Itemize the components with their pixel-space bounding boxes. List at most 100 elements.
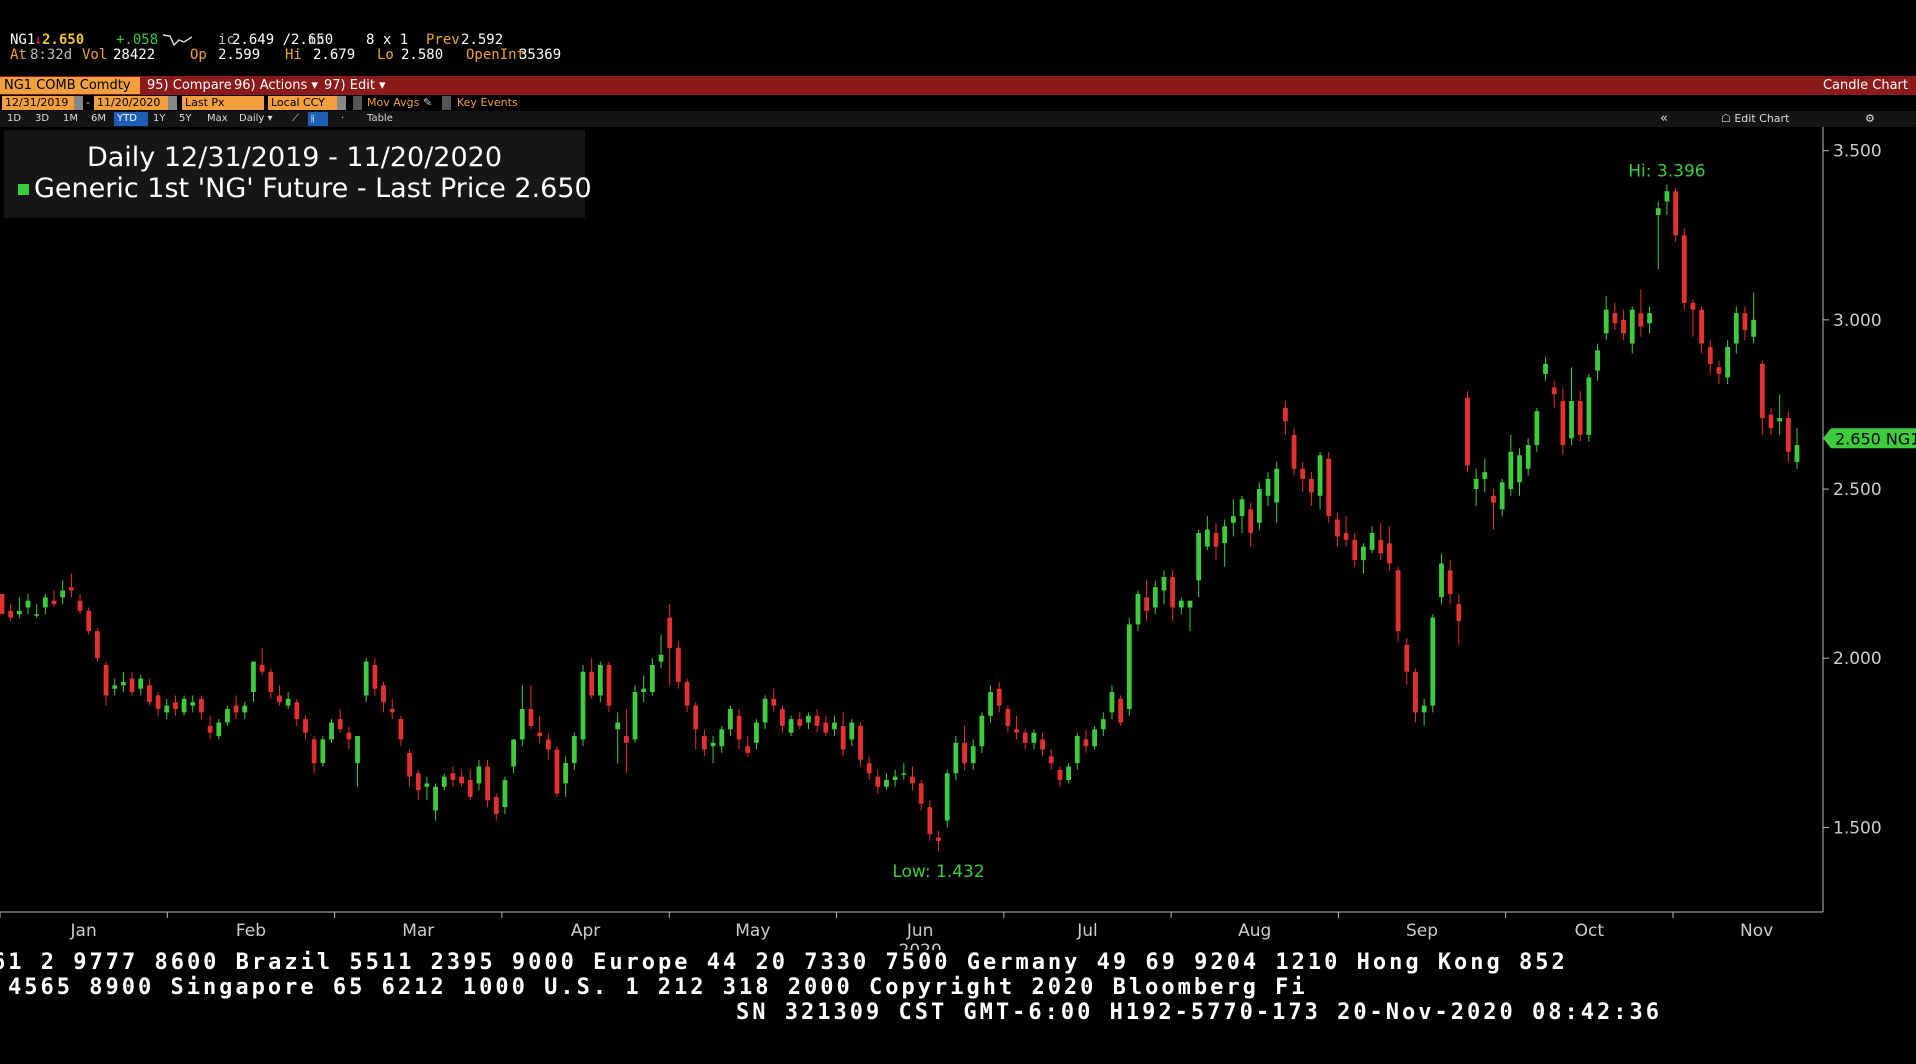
- candle-body: [1647, 313, 1652, 324]
- x-month-label: Aug: [1238, 921, 1271, 941]
- table-button[interactable]: Table: [364, 112, 396, 126]
- period-3d[interactable]: 3D: [32, 112, 52, 126]
- candle-body: [1577, 401, 1583, 435]
- legend-last-price: 2.650: [514, 173, 592, 204]
- low-price: 2.580: [401, 47, 444, 63]
- mov-avgs-label[interactable]: Mov Avgs: [367, 96, 419, 110]
- candle-body: [8, 610, 14, 618]
- pencil-icon[interactable]: ✎: [423, 96, 432, 110]
- security-field[interactable]: NG1 COMB Comdty: [0, 77, 140, 94]
- candle-body: [372, 664, 378, 689]
- end-date-field[interactable]: 11/20/2020: [94, 96, 170, 110]
- candle-body: [363, 661, 369, 696]
- candle-body: [424, 783, 430, 787]
- line-chart-icon[interactable]: ⟋: [289, 112, 302, 126]
- candle-body: [1048, 756, 1054, 764]
- candle-body: [1282, 407, 1288, 422]
- compare-button[interactable]: 95) Compare: [143, 77, 236, 94]
- candle-body: [849, 722, 855, 740]
- candle-body: [1439, 563, 1444, 598]
- price-field-select[interactable]: Last Px: [182, 96, 264, 110]
- candle-body: [1170, 577, 1176, 608]
- dropdown-icon[interactable]: [337, 96, 346, 110]
- period-1d[interactable]: 1D: [4, 112, 24, 126]
- candle-body: [1135, 593, 1141, 625]
- currency-select[interactable]: Local CCY: [268, 96, 340, 110]
- candle-body: [970, 746, 976, 764]
- candle-body: [1725, 346, 1731, 378]
- candle-body: [580, 671, 586, 740]
- candle-body: [589, 671, 595, 696]
- candle-body: [1196, 533, 1202, 581]
- calendar-icon[interactable]: [74, 96, 83, 110]
- candle-body: [1517, 455, 1522, 483]
- candle-body: [355, 736, 360, 764]
- candle-body: [25, 600, 31, 608]
- candle-body: [1239, 499, 1245, 517]
- candle-body: [684, 681, 690, 706]
- key-events-label[interactable]: Key Events: [457, 96, 518, 110]
- actions-button[interactable]: 96) Actions ▾: [230, 77, 322, 94]
- more-icon[interactable]: ·: [338, 112, 347, 126]
- candle-body: [936, 837, 941, 841]
- candle-body: [1621, 319, 1626, 334]
- period-6m[interactable]: 6M: [88, 112, 109, 126]
- candle-body: [1109, 692, 1115, 713]
- prev-close: 2.592: [461, 32, 504, 48]
- period-1y[interactable]: 1Y: [150, 112, 168, 126]
- candle-body: [1369, 533, 1375, 550]
- candle-body: [1673, 191, 1678, 236]
- candle-body: [1785, 417, 1791, 452]
- date-separator: -: [86, 96, 90, 109]
- edit-chart-icon: ☖: [1721, 112, 1735, 125]
- candle-body: [1413, 671, 1418, 713]
- candle-body: [1005, 708, 1011, 726]
- candle-body: [1742, 313, 1748, 331]
- collapse-icon[interactable]: «: [1657, 112, 1671, 126]
- candle-body: [719, 729, 725, 747]
- candle-body: [658, 654, 664, 662]
- key-events-checkbox[interactable]: [442, 96, 451, 110]
- candle-body: [606, 664, 612, 706]
- period-ytd[interactable]: YTD: [114, 112, 148, 126]
- candle-body: [155, 695, 161, 709]
- frequency-select[interactable]: Daily ▾: [236, 112, 276, 126]
- candle-body: [207, 725, 213, 733]
- candle-body: [736, 715, 742, 740]
- edit-chart-label: Edit Chart: [1734, 112, 1790, 125]
- candle-body: [1421, 705, 1427, 713]
- candle-body: [823, 722, 829, 733]
- candle-body: [337, 719, 343, 730]
- price-chart[interactable]: 3.500 3.000 2.500 2.000 1.500 Jan Feb Mar Apr May…: [0, 127, 1916, 950]
- x-month-label: Jul: [1076, 921, 1098, 941]
- candle-body: [1022, 732, 1028, 743]
- candle-body: [1100, 719, 1106, 730]
- candle-body: [1144, 597, 1150, 611]
- period-1m[interactable]: 1M: [60, 112, 81, 126]
- calendar-icon[interactable]: [168, 96, 177, 110]
- candle-body: [233, 705, 239, 713]
- candle-body: [563, 763, 569, 784]
- edit-chart-button[interactable]: ☖ Edit Chart: [1718, 112, 1792, 126]
- candle-body: [441, 776, 447, 787]
- mov-avgs-checkbox[interactable]: [353, 96, 362, 110]
- candle-body: [1508, 451, 1514, 490]
- candle-body: [710, 742, 716, 747]
- candle-body: [121, 681, 126, 686]
- candle-body: [433, 786, 438, 811]
- chart-legend: Daily 12/31/2019 - 11/20/2020 Generic 1s…: [4, 130, 592, 218]
- candle-body: [277, 695, 282, 703]
- candle-body: [1126, 624, 1132, 709]
- period-5y[interactable]: 5Y: [176, 112, 194, 126]
- edit-button[interactable]: 97) Edit ▾: [320, 77, 390, 94]
- candle-chart-icon[interactable]: ⫲: [308, 112, 328, 126]
- open-price: 2.599: [218, 47, 261, 63]
- candle-body: [95, 631, 100, 659]
- candle-body: [788, 719, 794, 733]
- bid-ask-size: 8 x 1: [366, 32, 409, 48]
- period-max[interactable]: Max: [204, 112, 231, 126]
- gear-icon[interactable]: ⚙: [1862, 112, 1878, 126]
- candle-body: [1543, 363, 1548, 375]
- start-date-field[interactable]: 12/31/2019: [2, 96, 74, 110]
- candle-body: [1681, 235, 1687, 303]
